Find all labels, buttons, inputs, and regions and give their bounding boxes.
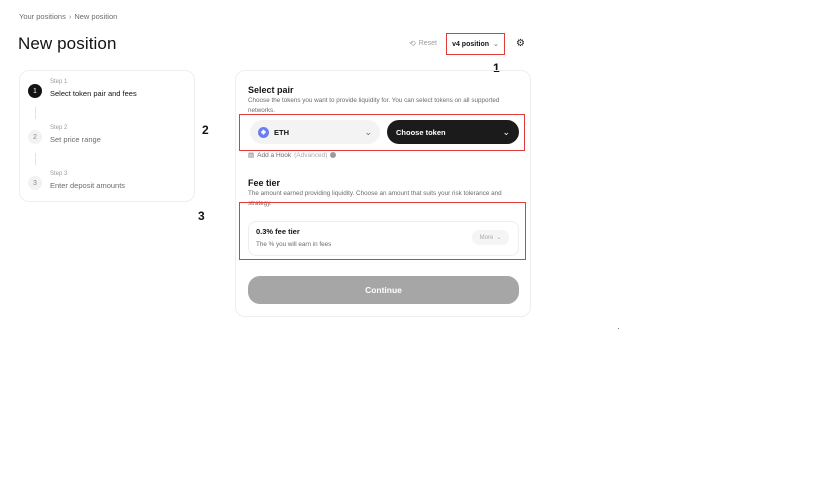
fee-tier-selected: 0.3% fee tier [256,227,300,236]
step-connector [35,107,36,119]
step-number: 2 [28,130,42,144]
breadcrumb-current: New position [74,12,118,21]
token-a-select[interactable]: ◆ ETH ⌄ [250,120,380,144]
annotation-marker-2: 2 [202,123,209,137]
step-label: Step 3 [50,171,68,177]
steps-panel: 1 Step 1 Select token pair and fees 2 St… [19,70,195,202]
reset-label: Reset [418,40,437,47]
step-label: Step 1 [50,79,68,85]
stray-dot [618,328,619,329]
add-hook-link[interactable]: ▤ Add a Hook (Advanced) [248,151,337,159]
chevron-down-icon: ⌄ [496,235,502,241]
breadcrumb: Your positions › New position [19,12,117,21]
step-1: 1 Step 1 Select token pair and fees [28,79,137,98]
breadcrumb-separator: › [68,12,72,21]
reset-icon: ⟲ [409,39,416,48]
step-connector [35,153,36,165]
continue-button[interactable]: Continue [248,276,519,304]
token-b-select[interactable]: Choose token ⌄ [387,120,519,144]
select-pair-title: Select pair [248,85,294,95]
step-number: 3 [28,176,42,190]
document-icon: ▤ [248,152,255,159]
token-b-label: Choose token [396,127,446,137]
step-title: Set price range [50,135,101,144]
page-title: New position [18,34,117,53]
more-label: More [479,234,494,241]
select-pair-description: Choose the tokens you want to provide li… [248,97,500,114]
step-3: 3 Step 3 Enter deposit amounts [28,171,125,190]
step-2: 2 Step 2 Set price range [28,125,101,144]
fee-tier-selected-desc: The % you will earn in fees [256,241,332,248]
step-title: Select token pair and fees [50,89,137,98]
step-number: 1 [28,84,42,98]
reset-button[interactable]: ⟲ Reset [409,39,437,48]
step-title: Enter deposit amounts [50,181,126,190]
gear-icon[interactable]: ⚙ [516,38,525,49]
chevron-down-icon: ⌄ [364,126,372,137]
chevron-down-icon: ⌄ [493,41,499,48]
eth-icon: ◆ [258,126,269,138]
hook-label: Add a Hook [257,151,292,159]
help-icon[interactable] [330,152,337,158]
hook-advanced-tag: (Advanced) [294,151,328,159]
token-a-label: ETH [274,127,289,137]
fee-tier-title: Fee tier [248,178,281,188]
breadcrumb-your-positions[interactable]: Your positions [19,12,66,21]
chevron-down-icon: ⌄ [502,126,510,137]
annotation-marker-3: 3 [198,209,205,223]
step-label: Step 2 [50,125,68,131]
fee-tier-more-button[interactable]: More ⌄ [472,230,509,245]
version-dropdown[interactable]: v4 position ⌄ [446,33,505,55]
version-label: v4 position [452,40,490,48]
